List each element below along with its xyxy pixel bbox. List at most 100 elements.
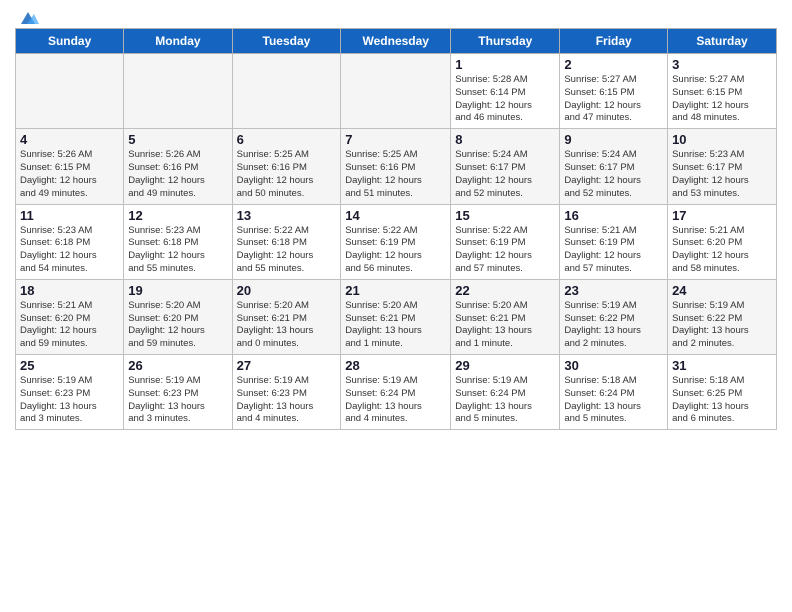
day-info: Sunrise: 5:25 AM Sunset: 6:16 PM Dayligh… xyxy=(237,149,314,198)
weekday-header-row: SundayMondayTuesdayWednesdayThursdayFrid… xyxy=(16,29,777,54)
calendar-cell: 25 Sunrise: 5:19 AM Sunset: 6:23 PM Dayli… xyxy=(16,355,124,430)
day-info: Sunrise: 5:19 AM Sunset: 6:22 PM Dayligh… xyxy=(672,300,749,349)
calendar-cell: 3 Sunrise: 5:27 AM Sunset: 6:15 PM Daylig… xyxy=(668,54,777,129)
day-number: 11 xyxy=(20,208,119,223)
calendar-cell: 15Sunrise: 5:22 AM Sunset: 6:19 PM Dayli… xyxy=(451,204,560,279)
weekday-header: Thursday xyxy=(451,29,560,54)
day-info: Sunrise: 5:24 AM Sunset: 6:17 PM Dayligh… xyxy=(564,149,641,198)
day-number: 5 xyxy=(128,132,227,147)
calendar-cell: 11 Sunrise: 5:23 AM Sunset: 6:18 PM Dayli… xyxy=(16,204,124,279)
day-info: Sunrise: 5:22 AM Sunset: 6:19 PM Dayligh… xyxy=(455,225,532,274)
calendar-cell: 2Sunrise: 5:27 AM Sunset: 6:15 PM Daylig… xyxy=(560,54,668,129)
header xyxy=(15,10,777,22)
day-info: Sunrise: 5:23 AM Sunset: 6:18 PM Dayligh… xyxy=(128,225,205,274)
day-number: 2 xyxy=(564,57,663,72)
day-number: 23 xyxy=(564,283,663,298)
calendar-cell xyxy=(232,54,341,129)
day-number: 18 xyxy=(20,283,119,298)
day-info: Sunrise: 5:21 AM Sunset: 6:20 PM Dayligh… xyxy=(20,300,97,349)
day-info: Sunrise: 5:18 AM Sunset: 6:24 PM Dayligh… xyxy=(564,375,641,424)
logo-icon xyxy=(17,10,39,26)
calendar-cell: 28 Sunrise: 5:19 AM Sunset: 6:24 PM Dayli… xyxy=(341,355,451,430)
day-info: Sunrise: 5:18 AM Sunset: 6:25 PM Dayligh… xyxy=(672,375,749,424)
calendar-week-row: 18 Sunrise: 5:21 AM Sunset: 6:20 PM Dayli… xyxy=(16,279,777,354)
calendar-cell: 4 Sunrise: 5:26 AM Sunset: 6:15 PM Daylig… xyxy=(16,129,124,204)
day-number: 25 xyxy=(20,358,119,373)
weekday-header: Monday xyxy=(124,29,232,54)
day-info: Sunrise: 5:23 AM Sunset: 6:17 PM Dayligh… xyxy=(672,149,749,198)
calendar-cell: 9 Sunrise: 5:24 AM Sunset: 6:17 PM Daylig… xyxy=(560,129,668,204)
day-number: 16 xyxy=(564,208,663,223)
day-number: 4 xyxy=(20,132,119,147)
day-number: 20 xyxy=(237,283,337,298)
day-info: Sunrise: 5:20 AM Sunset: 6:21 PM Dayligh… xyxy=(237,300,314,349)
calendar-cell xyxy=(341,54,451,129)
day-number: 28 xyxy=(345,358,446,373)
day-number: 12 xyxy=(128,208,227,223)
calendar-table: SundayMondayTuesdayWednesdayThursdayFrid… xyxy=(15,28,777,430)
day-number: 10 xyxy=(672,132,772,147)
day-number: 19 xyxy=(128,283,227,298)
calendar-week-row: 1Sunrise: 5:28 AM Sunset: 6:14 PM Daylig… xyxy=(16,54,777,129)
day-number: 9 xyxy=(564,132,663,147)
calendar-cell: 14 Sunrise: 5:22 AM Sunset: 6:19 PM Dayli… xyxy=(341,204,451,279)
calendar-cell xyxy=(124,54,232,129)
calendar-cell: 21 Sunrise: 5:20 AM Sunset: 6:21 PM Dayli… xyxy=(341,279,451,354)
day-number: 21 xyxy=(345,283,446,298)
day-info: Sunrise: 5:26 AM Sunset: 6:15 PM Dayligh… xyxy=(20,149,97,198)
day-number: 14 xyxy=(345,208,446,223)
calendar-cell: 31 Sunrise: 5:18 AM Sunset: 6:25 PM Dayli… xyxy=(668,355,777,430)
day-number: 7 xyxy=(345,132,446,147)
day-info: Sunrise: 5:19 AM Sunset: 6:22 PM Dayligh… xyxy=(564,300,641,349)
calendar-cell: 23 Sunrise: 5:19 AM Sunset: 6:22 PM Dayli… xyxy=(560,279,668,354)
day-info: Sunrise: 5:24 AM Sunset: 6:17 PM Dayligh… xyxy=(455,149,532,198)
day-info: Sunrise: 5:20 AM Sunset: 6:21 PM Dayligh… xyxy=(455,300,532,349)
day-info: Sunrise: 5:28 AM Sunset: 6:14 PM Dayligh… xyxy=(455,74,532,123)
calendar-cell: 22Sunrise: 5:20 AM Sunset: 6:21 PM Dayli… xyxy=(451,279,560,354)
day-info: Sunrise: 5:19 AM Sunset: 6:24 PM Dayligh… xyxy=(345,375,422,424)
calendar-cell: 1Sunrise: 5:28 AM Sunset: 6:14 PM Daylig… xyxy=(451,54,560,129)
day-info: Sunrise: 5:27 AM Sunset: 6:15 PM Dayligh… xyxy=(672,74,749,123)
calendar-week-row: 4 Sunrise: 5:26 AM Sunset: 6:15 PM Daylig… xyxy=(16,129,777,204)
day-info: Sunrise: 5:23 AM Sunset: 6:18 PM Dayligh… xyxy=(20,225,97,274)
day-number: 29 xyxy=(455,358,555,373)
day-number: 31 xyxy=(672,358,772,373)
day-info: Sunrise: 5:20 AM Sunset: 6:20 PM Dayligh… xyxy=(128,300,205,349)
calendar-cell: 24Sunrise: 5:19 AM Sunset: 6:22 PM Dayli… xyxy=(668,279,777,354)
day-number: 30 xyxy=(564,358,663,373)
day-number: 3 xyxy=(672,57,772,72)
calendar-cell: 26 Sunrise: 5:19 AM Sunset: 6:23 PM Dayli… xyxy=(124,355,232,430)
day-number: 13 xyxy=(237,208,337,223)
day-info: Sunrise: 5:21 AM Sunset: 6:19 PM Dayligh… xyxy=(564,225,641,274)
page-container: SundayMondayTuesdayWednesdayThursdayFrid… xyxy=(0,0,792,440)
day-number: 26 xyxy=(128,358,227,373)
day-info: Sunrise: 5:26 AM Sunset: 6:16 PM Dayligh… xyxy=(128,149,205,198)
logo xyxy=(15,10,39,22)
day-number: 17 xyxy=(672,208,772,223)
weekday-header: Tuesday xyxy=(232,29,341,54)
calendar-cell: 27Sunrise: 5:19 AM Sunset: 6:23 PM Dayli… xyxy=(232,355,341,430)
calendar-cell: 20 Sunrise: 5:20 AM Sunset: 6:21 PM Dayli… xyxy=(232,279,341,354)
day-number: 27 xyxy=(237,358,337,373)
day-info: Sunrise: 5:19 AM Sunset: 6:23 PM Dayligh… xyxy=(128,375,205,424)
calendar-cell: 7 Sunrise: 5:25 AM Sunset: 6:16 PM Daylig… xyxy=(341,129,451,204)
calendar-cell: 6Sunrise: 5:25 AM Sunset: 6:16 PM Daylig… xyxy=(232,129,341,204)
calendar-cell: 5 Sunrise: 5:26 AM Sunset: 6:16 PM Daylig… xyxy=(124,129,232,204)
calendar-cell: 8Sunrise: 5:24 AM Sunset: 6:17 PM Daylig… xyxy=(451,129,560,204)
calendar-cell: 10 Sunrise: 5:23 AM Sunset: 6:17 PM Dayli… xyxy=(668,129,777,204)
day-info: Sunrise: 5:19 AM Sunset: 6:23 PM Dayligh… xyxy=(20,375,97,424)
day-info: Sunrise: 5:22 AM Sunset: 6:19 PM Dayligh… xyxy=(345,225,422,274)
day-info: Sunrise: 5:21 AM Sunset: 6:20 PM Dayligh… xyxy=(672,225,749,274)
day-info: Sunrise: 5:22 AM Sunset: 6:18 PM Dayligh… xyxy=(237,225,314,274)
calendar-cell: 19 Sunrise: 5:20 AM Sunset: 6:20 PM Dayli… xyxy=(124,279,232,354)
weekday-header: Friday xyxy=(560,29,668,54)
calendar-cell xyxy=(16,54,124,129)
calendar-cell: 30 Sunrise: 5:18 AM Sunset: 6:24 PM Dayli… xyxy=(560,355,668,430)
calendar-week-row: 25 Sunrise: 5:19 AM Sunset: 6:23 PM Dayli… xyxy=(16,355,777,430)
weekday-header: Wednesday xyxy=(341,29,451,54)
day-info: Sunrise: 5:25 AM Sunset: 6:16 PM Dayligh… xyxy=(345,149,422,198)
calendar-cell: 13 Sunrise: 5:22 AM Sunset: 6:18 PM Dayli… xyxy=(232,204,341,279)
day-info: Sunrise: 5:20 AM Sunset: 6:21 PM Dayligh… xyxy=(345,300,422,349)
calendar-cell: 29Sunrise: 5:19 AM Sunset: 6:24 PM Dayli… xyxy=(451,355,560,430)
calendar-week-row: 11 Sunrise: 5:23 AM Sunset: 6:18 PM Dayli… xyxy=(16,204,777,279)
